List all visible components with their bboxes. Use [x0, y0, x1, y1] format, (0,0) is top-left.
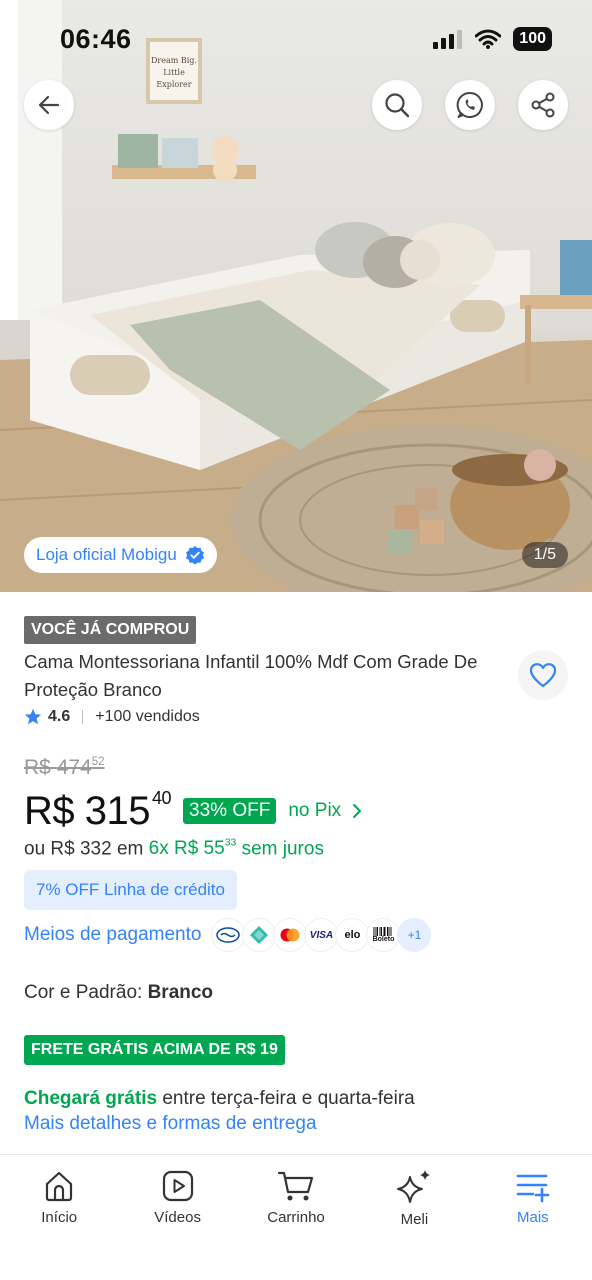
- nav-label-home: Início: [41, 1209, 78, 1226]
- search-icon: [385, 93, 410, 118]
- price-integer: 315: [84, 789, 151, 833]
- arrow-left-icon: [38, 95, 60, 115]
- installments-amount: 6x R$ 5533: [149, 838, 237, 859]
- sold-count: +100 vendidos: [95, 708, 200, 725]
- status-time: 06:46: [60, 24, 132, 54]
- old-price-integer: 474: [56, 756, 92, 780]
- cellular-signal-icon: [433, 30, 463, 49]
- installments-suffix: sem juros: [241, 838, 324, 860]
- variant-value: Branco: [147, 982, 214, 1003]
- installments-info: ou R$ 332 em 6x R$ 5533 sem juros: [24, 838, 324, 860]
- boleto-label: Boleto: [372, 935, 395, 943]
- wifi-icon: [475, 29, 502, 49]
- payment-methods-row[interactable]: Meios de pagamento VISA elo Boleto +1: [24, 918, 432, 952]
- cart-icon: [277, 1171, 314, 1201]
- nav-label-meli: Meli: [400, 1211, 429, 1228]
- bottom-navigation: Início Vídeos Carrinho Meli Mais: [0, 1154, 592, 1280]
- favorite-button[interactable]: [518, 650, 568, 700]
- back-button[interactable]: [24, 80, 74, 130]
- delivery-details-link[interactable]: Mais detalhes e formas de entrega: [24, 1113, 317, 1135]
- product-photo: Dream Big. Little Explorer: [0, 0, 592, 592]
- svg-text:Dream Big.: Dream Big.: [151, 56, 197, 65]
- delivery-info: Chegará grátis entre terça-feira e quart…: [24, 1088, 415, 1110]
- old-price-currency: R$: [24, 756, 51, 780]
- sparkle-icon: [397, 1170, 431, 1203]
- whatsapp-share-button[interactable]: [445, 80, 495, 130]
- pix-label[interactable]: no Pix: [288, 800, 341, 822]
- old-price-cents: 52: [91, 756, 105, 768]
- svg-text:Little: Little: [163, 68, 185, 77]
- rating-value: 4.6: [48, 708, 71, 725]
- discount-badge: 33% OFF: [183, 798, 277, 824]
- verified-icon: [185, 546, 204, 565]
- status-icons: 100: [433, 27, 552, 51]
- nav-item-videos[interactable]: Vídeos: [118, 1155, 236, 1280]
- current-price: R$ 315 40: [24, 788, 172, 834]
- official-store-badge[interactable]: Loja oficial Mobigu: [24, 537, 217, 573]
- rating-row[interactable]: 4.6 +100 vendidos: [24, 708, 200, 726]
- menu-plus-icon: [516, 1174, 550, 1203]
- nav-item-meli[interactable]: Meli: [355, 1155, 473, 1280]
- mastercard-icon: [273, 918, 308, 952]
- installments-cents: 33: [224, 838, 237, 849]
- original-price: R$ 47452: [24, 756, 105, 780]
- boleto-icon: Boleto: [366, 918, 401, 952]
- installments-count: 6x R$ 55: [148, 838, 225, 860]
- home-icon: [46, 1171, 73, 1202]
- already-bought-badge: VOCÊ JÁ COMPROU: [24, 616, 197, 644]
- svg-text:Explorer: Explorer: [156, 80, 191, 89]
- nav-label-cart: Carrinho: [267, 1209, 325, 1226]
- free-shipping-badge: FRETE GRÁTIS ACIMA DE R$ 19: [24, 1035, 285, 1065]
- price-row: R$ 315 40 33% OFF no Pix: [24, 788, 363, 834]
- visa-icon: VISA: [304, 918, 339, 952]
- pix-icon: [242, 918, 277, 952]
- nav-label-more: Mais: [516, 1209, 549, 1226]
- delivery-text: entre terça-feira e quarta-feira: [162, 1088, 415, 1109]
- star-icon: [24, 708, 42, 725]
- product-title: Cama Montessoriana Infantil 100% Mdf Com…: [24, 651, 478, 700]
- more-payments-badge[interactable]: +1: [397, 918, 432, 952]
- elo-icon: elo: [335, 918, 370, 952]
- battery-indicator: 100: [513, 27, 552, 51]
- chevron-right-icon[interactable]: [351, 803, 363, 819]
- product-image-gallery[interactable]: Dream Big. Little Explorer 06:46 100 Loj…: [0, 0, 592, 592]
- share-icon: [531, 92, 555, 118]
- credit-line-chip[interactable]: 7% OFF Linha de crédito: [24, 870, 237, 910]
- share-button[interactable]: [518, 80, 568, 130]
- nav-item-more[interactable]: Mais: [474, 1155, 592, 1280]
- payment-methods-link[interactable]: Meios de pagamento: [24, 924, 201, 946]
- installments-prefix: ou R$ 332 em: [24, 838, 144, 860]
- nav-item-cart[interactable]: Carrinho: [237, 1155, 355, 1280]
- price-currency: R$: [24, 789, 75, 833]
- variant-selector[interactable]: Cor e Padrão: Branco: [24, 982, 213, 1004]
- variant-label: Cor e Padrão:: [24, 982, 143, 1003]
- whatsapp-icon: [456, 91, 483, 118]
- divider: [82, 710, 84, 724]
- play-icon: [162, 1170, 193, 1202]
- delivery-highlight: Chegará grátis: [24, 1088, 158, 1109]
- official-store-label: Loja oficial Mobigu: [36, 545, 177, 564]
- search-button[interactable]: [372, 80, 422, 130]
- nav-label-videos: Vídeos: [154, 1209, 201, 1226]
- price-cents: 40: [152, 788, 172, 808]
- mercado-pago-icon: [211, 918, 246, 952]
- nav-item-home[interactable]: Início: [0, 1155, 118, 1280]
- image-counter: 1/5: [521, 542, 568, 568]
- heart-icon: [529, 663, 557, 688]
